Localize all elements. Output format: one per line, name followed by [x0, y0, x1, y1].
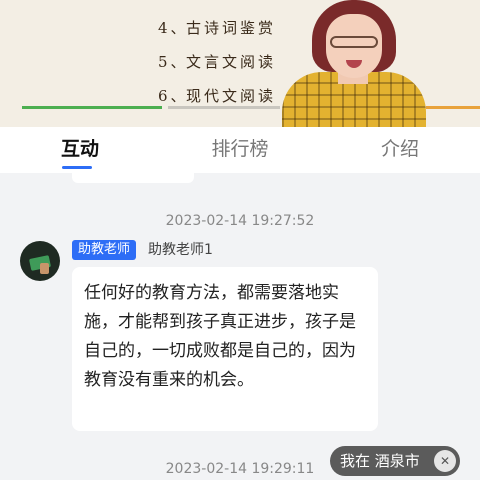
message-text: 任何好的教育方法，都需要落地实施，才能帮到孩子真正进步，孩子是自己的，一切成败都… [84, 283, 356, 390]
previous-message-bubble [72, 173, 194, 183]
live-video-area[interactable]: 4、 古诗词鉴赏 5、 文言文阅读 6、 现代文阅读 [0, 0, 480, 127]
tab-introduction[interactable]: 介绍 [320, 127, 480, 173]
tab-leaderboard[interactable]: 排行榜 [160, 127, 320, 173]
avatar[interactable] [20, 241, 60, 281]
teacher-video [282, 0, 426, 127]
message-bubble[interactable]: 任何好的教育方法，都需要落地实施，才能帮到孩子真正进步，孩子是自己的，一切成败都… [72, 267, 378, 431]
course-item: 5、 文言文阅读 [158, 52, 277, 71]
slide-divider [22, 106, 162, 109]
course-item: 4、 古诗词鉴赏 [158, 18, 277, 37]
message-timestamp: 2023-02-14 19:27:52 [165, 213, 315, 229]
slide-divider [168, 106, 280, 109]
sender-name: 助教老师1 [148, 242, 213, 258]
slide-divider [426, 106, 480, 109]
location-chip[interactable]: 我在 酒泉市 ✕ [330, 446, 460, 476]
close-icon[interactable]: ✕ [434, 450, 456, 472]
active-tab-indicator [62, 166, 92, 169]
role-badge: 助教老师 [72, 240, 137, 260]
course-outline: 4、 古诗词鉴赏 5、 文言文阅读 6、 现代文阅读 [158, 10, 276, 112]
location-label: 我在 酒泉市 [340, 452, 420, 470]
